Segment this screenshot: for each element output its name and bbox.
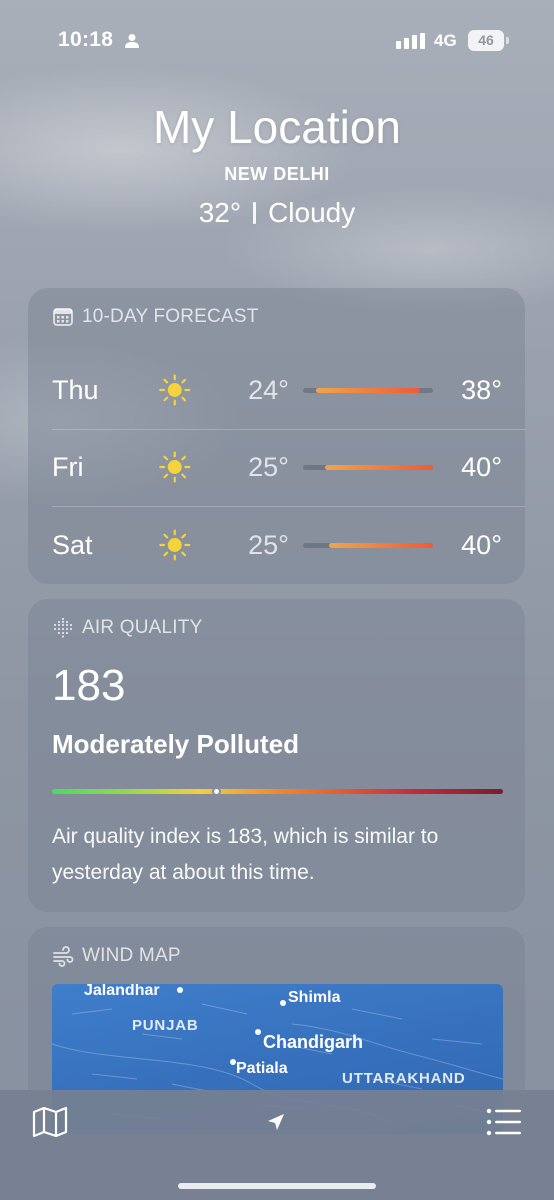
forecast-high: 38°	[461, 374, 502, 405]
aqi-description: Air quality index is 183, which is simil…	[52, 825, 439, 884]
aqi-status: Moderately Polluted	[52, 729, 300, 759]
map-label-punjab: PUNJAB	[132, 1017, 199, 1034]
forecast-row[interactable]: Thu 24° 38°	[52, 352, 502, 428]
current-conditions: 32° Cloudy	[0, 197, 554, 229]
battery-icon: 46	[468, 30, 510, 51]
signal-icon	[396, 33, 425, 49]
forecast-day: Fri	[52, 451, 84, 482]
map-city-marker	[280, 1000, 286, 1006]
city-name: NEW DELHI	[224, 164, 330, 184]
forecast-high: 40°	[461, 451, 502, 482]
battery-level: 46	[468, 30, 504, 51]
air-quality-card[interactable]: AIR QUALITY 183 Moderately Polluted Air …	[28, 599, 525, 912]
list-icon[interactable]	[486, 1108, 522, 1136]
aqi-indicator	[212, 787, 222, 796]
map-icon[interactable]	[32, 1106, 68, 1138]
air-quality-title: AIR QUALITY	[82, 617, 203, 638]
forecast-day: Thu	[52, 374, 99, 405]
forecast-high: 40°	[461, 529, 502, 560]
map-label-patiala: Patiala	[236, 1060, 288, 1077]
current-temperature: 32°	[198, 197, 242, 228]
map-city-marker	[255, 1029, 261, 1035]
aqi-value: 183	[52, 661, 126, 710]
status-time: 10:18	[58, 28, 114, 51]
forecast-row[interactable]: Sat 25° 40°	[52, 507, 502, 583]
temperature-range-bar	[302, 464, 434, 470]
forecast-low: 24°	[248, 374, 289, 405]
person-icon	[125, 34, 139, 48]
map-label-uttarakhand: UTTARAKHAND	[342, 1070, 466, 1087]
map-label-shimla: Shimla	[288, 989, 341, 1006]
status-bar: 10:18 4G 46	[0, 0, 554, 80]
temperature-range-bar	[302, 387, 434, 393]
divider	[253, 202, 257, 224]
current-condition: Cloudy	[268, 197, 356, 228]
network-type: 4G	[434, 31, 457, 50]
sun-icon	[159, 374, 191, 406]
map-label-jalandhar: Jalandhar	[84, 984, 160, 999]
location-header: My Location NEW DELHI 32° Cloudy	[0, 100, 554, 229]
map-city-marker	[177, 987, 183, 993]
wind-map-title: WIND MAP	[82, 945, 181, 966]
air-quality-icon	[53, 617, 73, 638]
forecast-header: 10-DAY FORECAST	[28, 288, 525, 328]
forecast-card[interactable]: 10-DAY FORECAST Thu 24° 38° Fri 25° 40° …	[28, 288, 525, 584]
location-arrow-icon[interactable]	[266, 1112, 286, 1132]
wind-icon	[53, 946, 74, 967]
wind-map-header: WIND MAP	[28, 927, 525, 967]
forecast-title: 10-DAY FORECAST	[82, 306, 259, 327]
home-indicator[interactable]	[178, 1183, 376, 1189]
forecast-row[interactable]: Fri 25° 40°	[52, 429, 502, 505]
sun-icon	[159, 451, 191, 483]
forecast-low: 25°	[248, 451, 289, 482]
temperature-range-bar	[302, 542, 434, 548]
sun-icon	[159, 529, 191, 561]
location-title: My Location	[152, 101, 401, 153]
calendar-icon	[53, 308, 73, 326]
forecast-low: 25°	[248, 529, 289, 560]
air-quality-header: AIR QUALITY	[28, 599, 525, 639]
map-label-chandigarh: Chandigarh	[263, 1032, 364, 1052]
forecast-day: Sat	[52, 529, 93, 560]
aqi-scale-bar	[52, 787, 503, 796]
